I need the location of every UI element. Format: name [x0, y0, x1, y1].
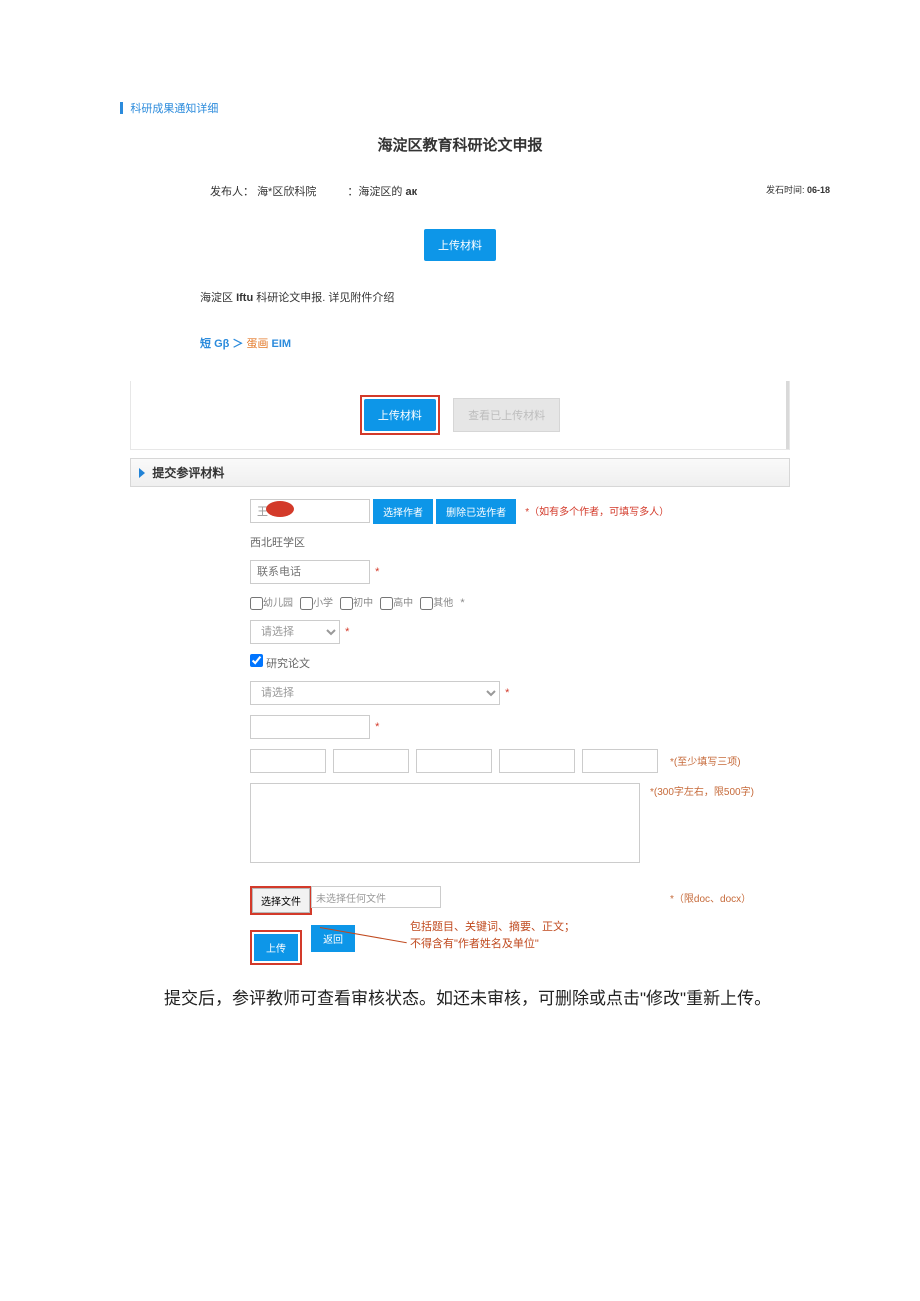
page-title: 海淀区教育科研论文申报 [30, 134, 890, 155]
select-2[interactable]: 请选择 [250, 681, 500, 705]
title-input[interactable] [250, 715, 370, 739]
delete-author-button[interactable]: 删除已选作者 [436, 499, 516, 524]
upload-button-box: 上传材料 查看已上传材料 [130, 381, 790, 450]
keyword-input-3[interactable] [416, 749, 492, 773]
view-uploaded-button[interactable]: 查看已上传材料 [453, 398, 560, 432]
link-d: 蛋画 [246, 338, 271, 350]
attachment-link-line: 短 Gβ ＞ 蛋画 EIM [200, 335, 890, 351]
grade-primary-check[interactable] [300, 597, 313, 610]
required-star-3: * [505, 687, 509, 699]
callout-note: 包括题目、关键词、摘要、正文； 不得含有"作者姓名及单位" [410, 919, 575, 954]
section-header: 提交参评材料 [130, 458, 790, 487]
file-row: 选择文件 未选择任何文件 *（限doc、docx） [250, 886, 790, 915]
scope-bold: aк [405, 186, 417, 198]
grade-other-check[interactable] [420, 597, 433, 610]
intro-a: 海淀区 [200, 292, 236, 304]
grade-junior-label: 初中 [353, 598, 373, 609]
highlight-outline: 上传材料 [360, 395, 440, 435]
publish-time-value: 06-18 [807, 185, 830, 195]
paper-type-check[interactable] [250, 654, 263, 667]
intro-line: 海淀区 Iftu 科研论文申报. 详见附件介绍 [200, 289, 890, 305]
abstract-textarea[interactable] [250, 783, 640, 863]
multi-author-note: （如有多个作者，可填写多人） [525, 507, 669, 518]
grade-kindergarten-check[interactable] [250, 597, 263, 610]
required-star-2: * [345, 626, 349, 638]
district-text: 西北旺学区 [250, 534, 790, 550]
section-title: 提交参评材料 [152, 466, 224, 480]
keywords-row: *(至少填写三项) [250, 749, 790, 773]
keyword-hint: *(至少填写三项) [670, 753, 741, 768]
publisher-label: 发布人： [210, 186, 254, 198]
callout-line-2: 不得含有"作者姓名及单位" [410, 936, 575, 954]
phone-input[interactable] [250, 560, 370, 584]
grade-junior-check[interactable] [340, 597, 353, 610]
breadcrumb-text: 科研成果通知详细 [130, 103, 218, 115]
caret-icon [139, 468, 145, 478]
link-c: ＞ [232, 338, 243, 350]
author-row: 选择作者 删除已选作者 （如有多个作者，可填写多人） [250, 499, 790, 524]
choose-file-button[interactable]: 选择文件 [252, 888, 310, 913]
grade-other-label: 其他 [433, 598, 453, 609]
submit-row: 上传 返回 包括题目、关键词、摘要、正文； 不得含有"作者姓名及单位" [250, 925, 790, 965]
intro-c: 科研论文申报. 详见附件介绍 [256, 292, 394, 304]
scope-prefix: ：海淀区的 [347, 186, 405, 198]
grade-kindergarten-label: 幼儿园 [263, 598, 293, 609]
grade-checkboxes: 幼儿园 小学 初中 高中 其他 * [250, 594, 790, 610]
select-1[interactable]: 请选择 [250, 620, 340, 644]
breadcrumb: 科研成果通知详细 [120, 100, 890, 116]
meta-row: 发布人： 海*区欣科院 ：海淀区的 aк 发石时间: 06-18 [210, 183, 890, 199]
upload-material-button[interactable]: 上传材料 [424, 229, 496, 261]
file-hint: *（限doc、docx） [670, 890, 751, 905]
upload-material-button-2[interactable]: 上传材料 [364, 399, 436, 431]
grade-senior-check[interactable] [380, 597, 393, 610]
file-highlight-outline: 选择文件 [250, 886, 312, 915]
paper-type-label: 研究论文 [266, 658, 310, 670]
keyword-input-4[interactable] [499, 749, 575, 773]
keyword-input-5[interactable] [582, 749, 658, 773]
instruction-paragraph: 提交后，参评教师可查看审核状态。如还未审核，可删除或点击"修改"重新上传。 [130, 979, 830, 1020]
publish-time-label: 发石时间: [766, 185, 805, 195]
intro-b: Iftu [236, 292, 253, 304]
submit-highlight-outline: 上传 [250, 930, 302, 965]
callout-line-1: 包括题目、关键词、摘要、正文； [410, 919, 575, 937]
keyword-input-2[interactable] [333, 749, 409, 773]
submission-form: 选择作者 删除已选作者 （如有多个作者，可填写多人） 西北旺学区 * 幼儿园 小… [250, 499, 790, 965]
link-e: EIM [272, 338, 292, 350]
grade-senior-label: 高中 [393, 598, 413, 609]
redaction-mark [266, 501, 294, 517]
grade-primary-label: 小学 [313, 598, 333, 609]
link-a: 短 [200, 338, 214, 350]
crumb-bar-icon [120, 102, 123, 114]
link-b: Gβ [214, 338, 229, 350]
keyword-input-1[interactable] [250, 749, 326, 773]
upload-button[interactable]: 上传 [254, 934, 298, 961]
abstract-hint: *(300字左右，限500字) [650, 783, 754, 798]
required-star-4: * [375, 721, 379, 733]
file-name-display: 未选择任何文件 [311, 886, 441, 908]
publisher-value: 海*区欣科院 [257, 186, 316, 198]
select-author-button[interactable]: 选择作者 [373, 499, 433, 524]
required-star: * [375, 566, 379, 578]
grade-required: * [460, 597, 464, 609]
